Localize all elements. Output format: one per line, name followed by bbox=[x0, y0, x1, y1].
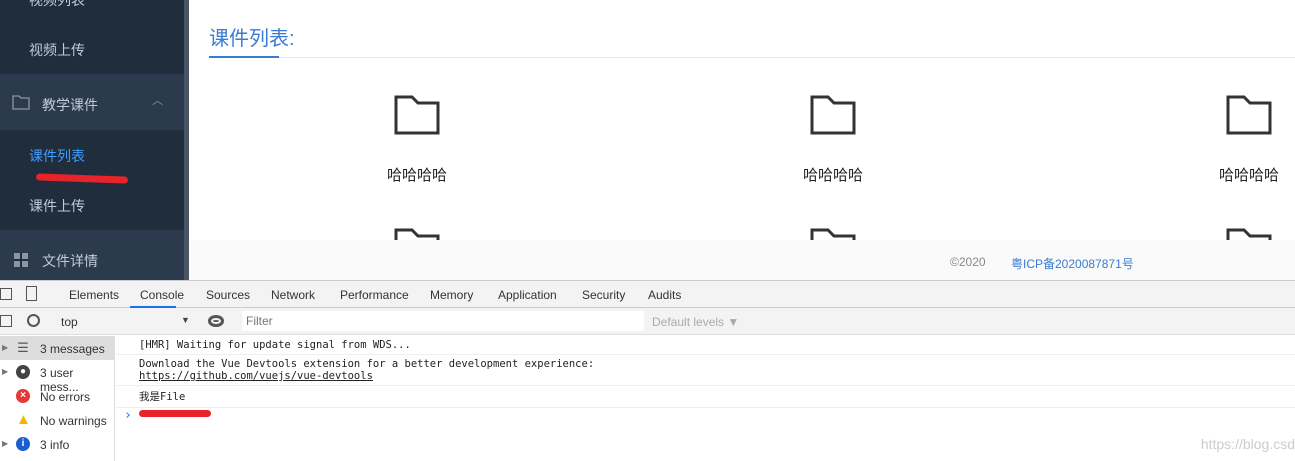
tab-audits[interactable]: Audits bbox=[648, 288, 681, 302]
tab-network[interactable]: Network bbox=[271, 288, 315, 302]
log-text: Download the Vue Devtools extension for … bbox=[139, 358, 595, 370]
file-name: 哈哈哈哈 bbox=[386, 167, 447, 184]
title-underline bbox=[209, 56, 279, 58]
context-select[interactable]: top bbox=[61, 315, 78, 329]
file-name: 哈哈哈哈 bbox=[802, 167, 863, 184]
inspect-icon[interactable] bbox=[0, 288, 12, 300]
sidebar-toggle-icon[interactable] bbox=[0, 315, 12, 327]
footer: ©2020 粤ICP备2020087871号 bbox=[189, 240, 1295, 280]
filter-messages[interactable]: ▶ ☰ 3 messages bbox=[0, 336, 114, 360]
folder-icon bbox=[810, 95, 856, 135]
folder-icon bbox=[394, 228, 440, 240]
dropdown-arrow-icon: ▼ bbox=[181, 315, 190, 325]
devtools-panel: Elements Console Sources Network Perform… bbox=[0, 280, 1295, 461]
chevron-up-icon: ︿ bbox=[152, 95, 163, 107]
console-log: [HMR] Waiting for update signal from WDS… bbox=[116, 336, 1295, 428]
tab-memory[interactable]: Memory bbox=[430, 288, 473, 302]
eye-icon[interactable] bbox=[208, 315, 224, 327]
watermark: https://blog.csd bbox=[1200, 436, 1295, 452]
icp-link[interactable]: 粤ICP备2020087871号 bbox=[1011, 255, 1134, 272]
devtools-link[interactable]: https://github.com/vuejs/vue-devtools bbox=[139, 370, 373, 382]
red-annotation bbox=[35, 173, 129, 184]
folder-icon bbox=[810, 228, 856, 240]
divider bbox=[209, 57, 1295, 58]
info-icon: i bbox=[16, 437, 30, 451]
filter-warnings[interactable]: ▲ No warnings bbox=[0, 408, 114, 432]
grid-icon bbox=[14, 253, 28, 267]
tab-elements[interactable]: Elements bbox=[69, 288, 119, 302]
page-title: 课件列表: bbox=[209, 28, 295, 50]
error-icon: × bbox=[16, 389, 30, 403]
warning-icon: ▲ bbox=[16, 411, 31, 428]
file-item[interactable]: 哈哈哈哈 bbox=[773, 95, 893, 185]
console-toolbar: top ▼ Default levels ▼ bbox=[0, 308, 1295, 335]
sidebar-item-video-upload[interactable]: 视频上传 bbox=[29, 40, 85, 60]
devtools-tabs: Elements Console Sources Network Perform… bbox=[0, 281, 1295, 308]
console-sidebar: ▶ ☰ 3 messages ▶ ● 3 user mess... × No errors… bbox=[0, 336, 115, 461]
folder-icon bbox=[1226, 95, 1272, 135]
device-toggle-icon[interactable] bbox=[26, 286, 37, 301]
file-name: 哈哈哈哈 bbox=[1218, 167, 1279, 184]
folder-icon bbox=[1226, 228, 1272, 240]
user-icon: ● bbox=[16, 365, 30, 379]
folder-icon bbox=[394, 95, 440, 135]
sidebar-group-label: 教学课件 bbox=[42, 97, 98, 113]
sidebar: 视频列表 视频上传 教学课件 ︿ 课件列表 课件上传 文件详情 bbox=[0, 0, 184, 280]
log-line: Download the Vue Devtools extension for … bbox=[116, 355, 1295, 386]
file-item[interactable]: 哈哈哈哈 bbox=[1189, 95, 1295, 185]
filter-errors[interactable]: × No errors bbox=[0, 384, 114, 408]
main-content: 课件列表: 哈哈哈哈 哈哈哈哈 哈哈哈哈 bbox=[189, 0, 1295, 240]
copyright: ©2020 bbox=[950, 255, 986, 269]
filter-info[interactable]: ▶ i 3 info bbox=[0, 432, 114, 456]
tab-performance[interactable]: Performance bbox=[340, 288, 409, 302]
list-icon: ☰ bbox=[17, 340, 29, 355]
sidebar-item-label: 文件详情 bbox=[42, 253, 98, 269]
clear-console-icon[interactable] bbox=[27, 314, 40, 327]
sidebar-item-courseware-list[interactable]: 课件列表 bbox=[29, 146, 85, 166]
sidebar-item-file-details[interactable]: 文件详情 bbox=[0, 230, 184, 280]
filter-input[interactable] bbox=[242, 311, 644, 331]
prompt-icon[interactable]: › bbox=[124, 408, 132, 423]
file-item[interactable]: 哈哈哈哈 bbox=[357, 95, 477, 185]
folder-icon bbox=[12, 95, 30, 110]
log-line: [HMR] Waiting for update signal from WDS… bbox=[116, 336, 1295, 355]
tab-security[interactable]: Security bbox=[582, 288, 625, 302]
sidebar-group-courseware[interactable]: 教学课件 ︿ bbox=[0, 74, 184, 130]
tab-sources[interactable]: Sources bbox=[206, 288, 250, 302]
sidebar-item-courseware-upload[interactable]: 课件上传 bbox=[29, 196, 85, 216]
tab-console[interactable]: Console bbox=[140, 288, 184, 302]
filter-user-messages[interactable]: ▶ ● 3 user mess... bbox=[0, 360, 114, 394]
tab-application[interactable]: Application bbox=[498, 288, 557, 302]
sidebar-item-video-list[interactable]: 视频列表 bbox=[29, 0, 85, 10]
red-annotation bbox=[139, 410, 211, 417]
levels-dropdown[interactable]: Default levels ▼ bbox=[652, 315, 739, 329]
log-line: 我是File bbox=[116, 386, 1295, 408]
